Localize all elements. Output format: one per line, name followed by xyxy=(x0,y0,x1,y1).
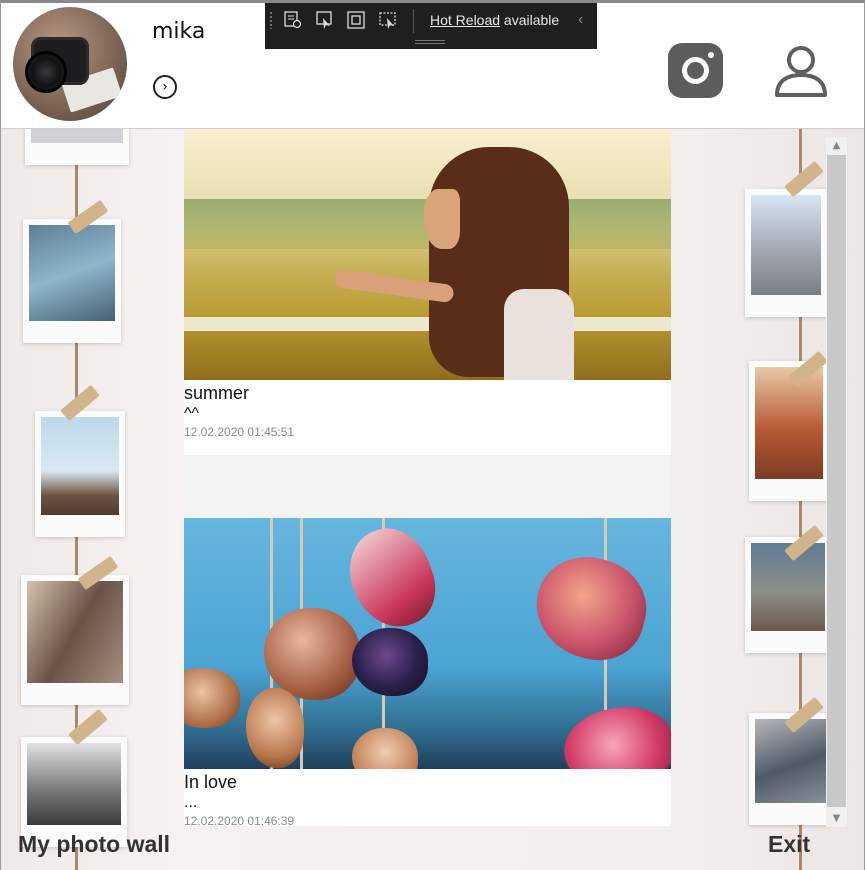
collapse-toolbar-icon[interactable]: ‹ xyxy=(578,11,583,29)
girl-face xyxy=(424,189,460,249)
xaml-debug-toolbar: Hot Reload available ‹ xyxy=(265,3,597,49)
hot-reload-status: Hot Reload available xyxy=(430,12,559,28)
background-polaroid xyxy=(745,189,827,317)
hot-reload-link[interactable]: Hot Reload xyxy=(430,12,500,28)
background-polaroid xyxy=(21,575,129,705)
post-card[interactable]: summer ^^ 12.02.2020 01:45:51 xyxy=(184,129,671,455)
chevron-right-icon[interactable]: › xyxy=(153,75,177,99)
feed-scrollbar[interactable]: ▲ ▼ xyxy=(826,137,847,827)
hot-reload-suffix: available xyxy=(500,12,560,28)
fence-rail xyxy=(184,317,671,331)
app-window: mika › Hot Reload available ‹ summer ^^ … xyxy=(0,0,865,870)
toolbar-grip[interactable] xyxy=(269,11,273,29)
post-caption: ^^ xyxy=(184,405,200,422)
user-icon[interactable] xyxy=(773,43,829,99)
background-polaroid xyxy=(35,411,125,537)
scroll-down-glyph: ▼ xyxy=(832,813,841,824)
post-caption: ... xyxy=(184,794,198,811)
seashell xyxy=(352,728,418,769)
toolbar-separator xyxy=(413,9,414,33)
track-focus-icon[interactable] xyxy=(346,10,366,30)
scroll-up-button[interactable]: ▲ xyxy=(826,137,847,154)
instagram-icon[interactable] xyxy=(668,43,723,98)
post-title: summer xyxy=(184,383,250,403)
girl-dress xyxy=(504,289,574,380)
username: mika xyxy=(152,19,206,44)
seashell xyxy=(557,699,671,769)
seashell xyxy=(524,545,658,671)
post-date: 12.02.2020 01:46:39 xyxy=(184,814,295,826)
hanging-seashells-photo xyxy=(184,518,671,769)
app-title: My photo wall xyxy=(18,831,171,857)
exit-button[interactable]: Exit xyxy=(768,831,810,858)
seashell xyxy=(337,518,447,639)
toolbar-drag-handle[interactable] xyxy=(415,40,445,44)
background-polaroid xyxy=(23,219,121,343)
post-separator xyxy=(184,455,671,518)
scroll-up-glyph: ▲ xyxy=(832,140,841,151)
seashell xyxy=(264,608,360,700)
scroll-down-button[interactable]: ▼ xyxy=(826,810,847,827)
post-title: In love xyxy=(184,772,238,792)
seashell xyxy=(246,688,304,768)
seashell xyxy=(184,668,240,728)
post-date: 12.02.2020 01:45:51 xyxy=(184,425,295,439)
seashell xyxy=(352,628,428,696)
display-layout-adorners-icon[interactable] xyxy=(315,10,335,30)
collapse-glyph: ‹ xyxy=(578,11,584,28)
select-element-tool-icon[interactable] xyxy=(283,10,303,30)
chevron-glyph: › xyxy=(162,79,168,95)
scroll-thumb[interactable] xyxy=(827,155,846,807)
camera-lens xyxy=(25,51,67,93)
preview-selection-icon[interactable] xyxy=(378,10,398,30)
post-card[interactable]: In love ... 12.02.2020 01:46:39 xyxy=(184,518,671,826)
background-polaroid xyxy=(749,361,829,501)
girl-in-field-photo xyxy=(184,129,671,380)
photo-feed[interactable]: summer ^^ 12.02.2020 01:45:51 In love ..… xyxy=(184,129,671,826)
avatar[interactable] xyxy=(13,7,127,121)
